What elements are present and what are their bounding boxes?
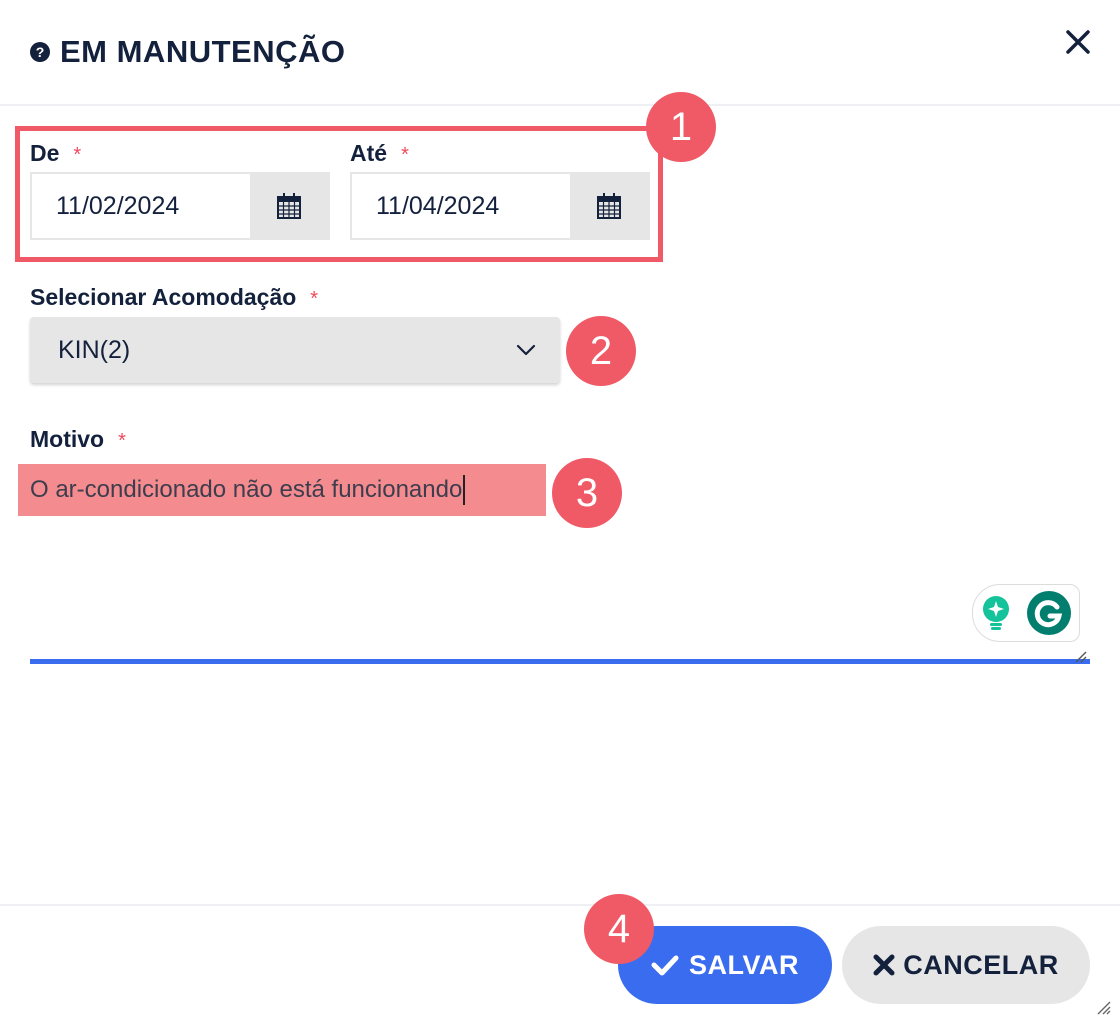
check-icon <box>651 955 679 976</box>
to-date-field[interactable]: 11/04/2024 <box>350 172 650 240</box>
chevron-down-icon <box>516 344 536 356</box>
step-badge-2: 2 <box>566 316 636 386</box>
to-date-input[interactable]: 11/04/2024 <box>352 174 570 238</box>
from-date-input[interactable]: 11/02/2024 <box>32 174 250 238</box>
cancel-button[interactable]: CANCELAR <box>842 926 1090 1004</box>
close-icon <box>1066 30 1090 54</box>
question-circle-icon[interactable]: ? <box>30 42 50 62</box>
from-date-field[interactable]: 11/02/2024 <box>30 172 330 240</box>
accommodation-label: Selecionar Acomodação * <box>30 284 319 310</box>
step-badge-4: 4 <box>584 894 654 964</box>
from-date-picker-button[interactable] <box>250 174 328 238</box>
header-divider <box>0 104 1120 106</box>
from-label: De * <box>30 140 82 166</box>
footer-divider <box>0 904 1120 906</box>
reason-text-value: O ar-condicionado não está funcionando <box>30 468 466 512</box>
save-button-label: SALVAR <box>689 949 799 980</box>
modal-title: EM MANUTENÇÃO <box>60 34 346 69</box>
grammarly-g-icon[interactable] <box>1026 590 1072 636</box>
lightbulb-icon[interactable] <box>981 594 1011 632</box>
times-icon <box>873 954 895 976</box>
accommodation-selected-value: KIN(2) <box>58 335 131 364</box>
step-badge-3: 3 <box>552 458 622 528</box>
cancel-button-label: CANCELAR <box>903 949 1059 980</box>
text-caret <box>463 475 466 505</box>
step-badge-1: 1 <box>646 92 716 162</box>
to-date-picker-button[interactable] <box>570 174 648 238</box>
modal-header: ? EM MANUTENÇÃO <box>30 28 346 76</box>
modal-resize-handle[interactable] <box>1094 998 1112 1016</box>
accommodation-select[interactable]: KIN(2) <box>30 317 560 383</box>
reason-label: Motivo * <box>30 426 126 452</box>
to-label: Até * <box>350 140 409 166</box>
close-button[interactable] <box>1056 20 1100 64</box>
calendar-icon <box>277 193 301 219</box>
grammarly-widget[interactable] <box>972 584 1080 642</box>
textarea-resize-handle[interactable] <box>1072 648 1088 664</box>
calendar-icon <box>597 193 621 219</box>
